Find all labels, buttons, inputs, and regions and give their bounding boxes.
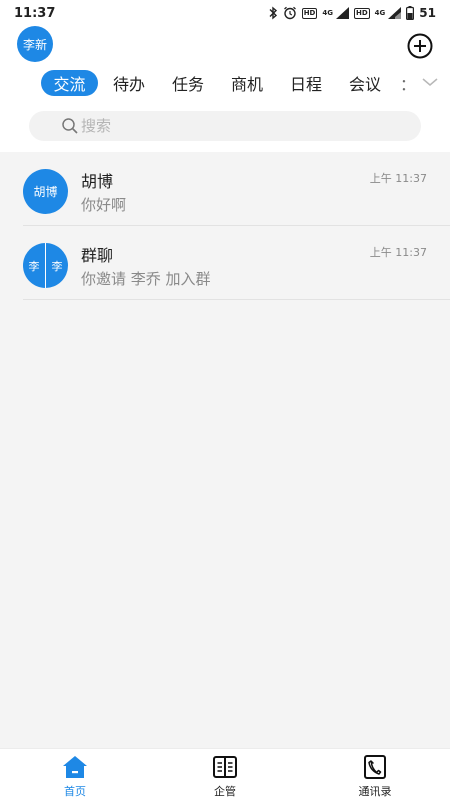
user-avatar[interactable]: 李新 (17, 26, 53, 62)
search-area (0, 98, 450, 152)
home-icon (63, 756, 87, 778)
conversation-time: 上午 11:37 (369, 172, 427, 185)
alarm-icon (283, 6, 297, 20)
phone-book-icon (364, 755, 386, 779)
nav-contacts[interactable]: 通讯录 (325, 749, 425, 800)
nav-label: 通讯录 (358, 785, 392, 798)
hd-badge: HD (301, 7, 318, 19)
tab-schedule[interactable]: 日程 (283, 70, 329, 96)
bottom-nav: 首页 企管 通讯录 (0, 748, 450, 800)
bluetooth-icon (268, 6, 278, 20)
tab-meetings[interactable]: 会议 (342, 70, 388, 96)
nav-label: 首页 (64, 785, 86, 798)
conversation-item[interactable]: 李 李 群聊 你邀请 李乔 加入群 上午 11:37 (23, 226, 450, 300)
category-tabs: 交流 待办 任务 商机 日程 会议 ： (0, 70, 450, 98)
status-time: 11:37 (14, 5, 56, 21)
book-icon (213, 756, 237, 778)
nav-home[interactable]: 首页 (25, 749, 125, 800)
signal-icon (335, 7, 349, 19)
add-button[interactable] (406, 32, 434, 60)
tab-fade (398, 70, 420, 98)
search-icon (62, 118, 78, 134)
header: 李新 (0, 26, 450, 70)
group-avatar-member: 李 (51, 259, 63, 273)
chevron-down-icon (422, 78, 438, 86)
status-bar: 11:37 HD 4G HD 4G 51 (0, 0, 450, 26)
network-type: 4G (322, 9, 333, 17)
search-input[interactable] (81, 117, 401, 135)
conversation-preview: 你好啊 (81, 196, 127, 214)
conversation-item[interactable]: 胡博 胡博 你好啊 上午 11:37 (23, 152, 450, 226)
tabs-expand-button[interactable] (420, 72, 440, 92)
group-avatar: 李 李 (23, 243, 68, 288)
conversation-name: 群聊 (81, 246, 114, 265)
conversation-preview: 你邀请 李乔 加入群 (81, 270, 211, 288)
contact-avatar: 胡博 (23, 169, 68, 214)
signal-icon (387, 7, 402, 19)
conversation-name: 胡博 (81, 172, 114, 191)
plus-circle-icon (407, 33, 433, 59)
battery-icon (406, 6, 415, 20)
conversation-time: 上午 11:37 (369, 246, 427, 259)
group-avatar-member: 李 (28, 259, 40, 273)
nav-label: 企管 (214, 785, 236, 798)
tab-todo[interactable]: 待办 (106, 70, 152, 96)
hd-badge: HD (354, 7, 370, 19)
conversation-list: 胡博 胡博 你好啊 上午 11:37 李 李 群聊 你邀请 李乔 加入群 上午 … (0, 152, 450, 300)
nav-management[interactable]: 企管 (175, 749, 275, 800)
search-box[interactable] (29, 111, 421, 141)
battery-level: 51 (419, 6, 436, 20)
tab-chat[interactable]: 交流 (41, 70, 98, 96)
status-icons: HD 4G HD 4G 51 (268, 6, 436, 20)
tab-tasks[interactable]: 任务 (165, 70, 211, 96)
tab-opportunities[interactable]: 商机 (224, 70, 270, 96)
network-type: 4G (374, 9, 386, 17)
